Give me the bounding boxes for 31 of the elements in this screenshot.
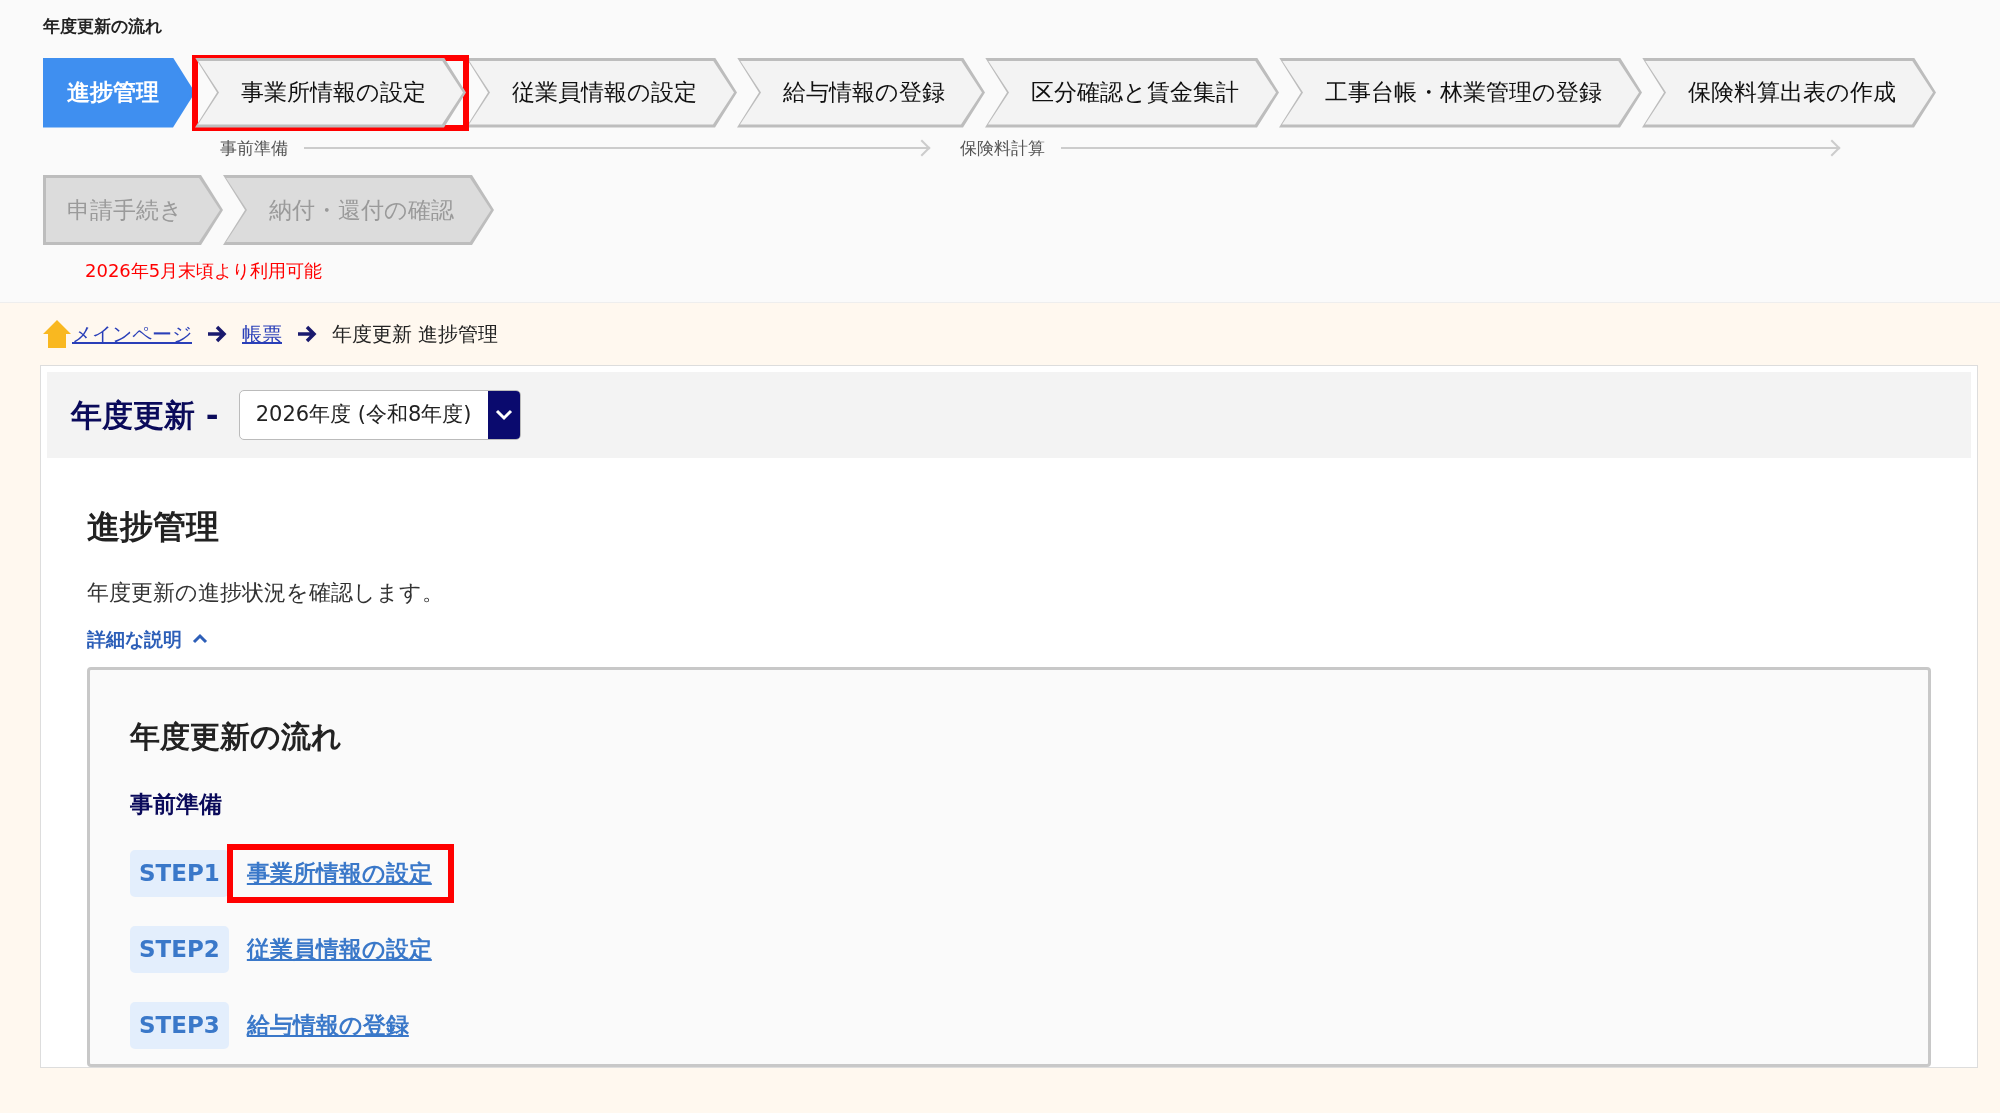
flow-step[interactable]: 従業員情報の設定 (466, 57, 737, 128)
step-badge: STEP1 (130, 850, 229, 897)
arrow-right-icon (206, 324, 228, 344)
chevron-down-icon (494, 409, 513, 421)
group-title: 事前準備 (130, 790, 223, 819)
step-badge: STEP3 (130, 1002, 229, 1049)
phase-label: 事前準備 (220, 136, 288, 160)
step-link[interactable]: 給与情報の登録 (246, 1008, 409, 1043)
panel-title: 年度更新の流れ (130, 718, 343, 756)
flow-step[interactable]: 工事台帳・林業管理の登録 (1279, 57, 1642, 128)
flow-step[interactable]: 保険料算出表の作成 (1642, 57, 1936, 128)
availability-note: 2026年5月末頃より利用可能 (85, 259, 324, 283)
step-badge: STEP2 (130, 926, 229, 973)
section-title: 進捗管理 (87, 506, 220, 548)
details-toggle[interactable]: 詳細な説明 (87, 624, 208, 653)
breadcrumb-link[interactable]: メインページ (72, 319, 192, 349)
flow-step[interactable]: 給与情報の登録 (737, 57, 985, 128)
breadcrumb-link[interactable]: 帳票 (242, 319, 282, 349)
chevron-up-icon (192, 633, 208, 645)
phase-label: 保険料計算 (960, 136, 1045, 160)
breadcrumb-current: 年度更新 進捗管理 (332, 321, 499, 348)
section-description: 年度更新の進捗状況を確認します。 (87, 578, 445, 607)
arrow-right-icon (296, 324, 318, 344)
step-link[interactable]: 従業員情報の設定 (246, 932, 432, 967)
home-icon (42, 319, 72, 349)
flow-step[interactable]: 事業所情報の設定 (195, 57, 466, 128)
flow-title: 年度更新の流れ (43, 15, 163, 38)
flow-step[interactable]: 区分確認と賃金集計 (985, 57, 1279, 128)
page-title: 年度更新 - (71, 395, 219, 435)
step-link[interactable]: 事業所情報の設定 (246, 856, 432, 891)
year-select[interactable]: 2026年度 (令和8年度) (238, 390, 521, 440)
